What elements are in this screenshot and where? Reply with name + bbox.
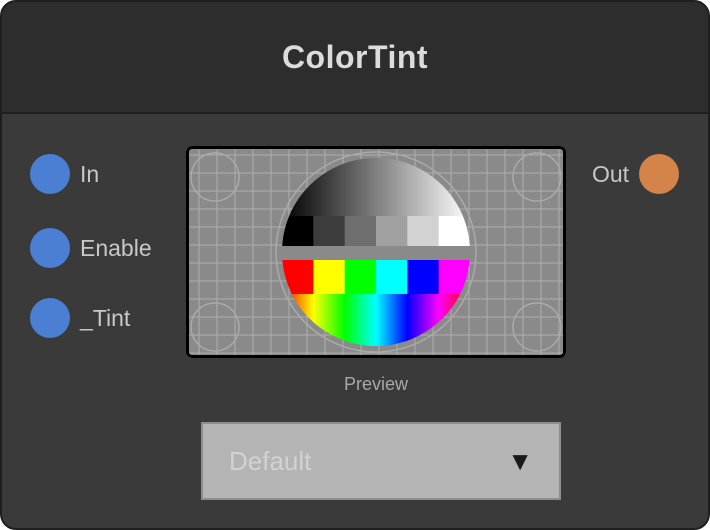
mode-dropdown[interactable]: Default ▼ bbox=[201, 422, 561, 500]
preview-image bbox=[186, 146, 566, 358]
input-port-dot-icon[interactable] bbox=[30, 154, 70, 194]
gray-bars bbox=[282, 216, 470, 246]
output-port-label: Out bbox=[592, 160, 630, 187]
gray-bar bbox=[313, 216, 346, 246]
gray-bar bbox=[376, 216, 408, 246]
color-bar bbox=[313, 260, 346, 294]
input-port-dot-icon[interactable] bbox=[30, 298, 70, 338]
node-header[interactable]: ColorTint bbox=[2, 2, 708, 114]
gray-bar bbox=[344, 216, 377, 246]
color-bar bbox=[376, 260, 408, 294]
colortint-node[interactable]: ColorTint In Enable _Tint Out Preview De… bbox=[0, 0, 710, 530]
input-port-label: _Tint bbox=[80, 304, 131, 331]
input-port-enable[interactable]: Enable bbox=[30, 228, 152, 268]
output-port-dot-icon[interactable] bbox=[639, 154, 680, 194]
color-bars bbox=[282, 260, 470, 294]
input-port-label: In bbox=[80, 160, 100, 187]
test-card-image bbox=[189, 149, 563, 355]
dropdown-selected-value: Default bbox=[229, 445, 312, 476]
gray-bar bbox=[407, 216, 440, 246]
preview-caption: Preview bbox=[343, 374, 409, 394]
input-port-dot-icon[interactable] bbox=[30, 228, 70, 268]
input-port-label: Enable bbox=[80, 234, 152, 261]
node-title: ColorTint bbox=[281, 38, 429, 75]
color-bar bbox=[344, 260, 377, 294]
input-port-in[interactable]: In bbox=[30, 154, 99, 194]
color-bar bbox=[407, 260, 440, 294]
triangle-down-icon[interactable]: ▼ bbox=[507, 446, 533, 477]
output-port-out[interactable]: Out bbox=[592, 154, 680, 194]
disc-middle-band bbox=[282, 246, 470, 260]
input-port-tint[interactable]: _Tint bbox=[30, 298, 130, 338]
